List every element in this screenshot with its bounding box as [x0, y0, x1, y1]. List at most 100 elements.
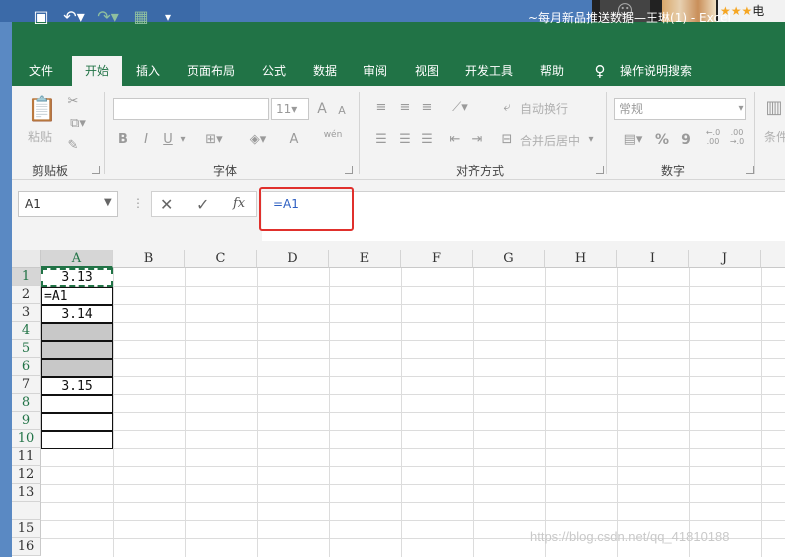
phonetic-guide-icon[interactable]: wén — [322, 130, 344, 150]
percent-style-button[interactable]: % — [654, 130, 670, 150]
merge-center-icon[interactable]: ⊟ — [498, 130, 516, 150]
align-middle-icon[interactable]: ≡ — [396, 98, 414, 118]
worksheet-grid[interactable] — [12, 250, 785, 557]
undo-icon[interactable]: ↶▾ — [60, 6, 88, 28]
wrap-text-button[interactable]: 自动换行 — [520, 100, 568, 117]
number-format-combo[interactable]: 常规 — [614, 98, 746, 120]
format-painter-icon[interactable]: ✎ — [64, 136, 82, 156]
align-top-icon[interactable]: ≡ — [372, 98, 390, 118]
cell-a5[interactable] — [41, 341, 113, 359]
name-box[interactable]: A1 — [18, 191, 118, 217]
wrap-text-icon[interactable]: ⤶ — [498, 98, 516, 118]
tab-help[interactable]: 帮助 — [530, 56, 574, 86]
select-all-corner[interactable] — [12, 250, 41, 268]
row-header-5[interactable]: 5 — [12, 340, 41, 358]
shrink-font-icon[interactable]: A — [334, 101, 350, 121]
row-header-15[interactable]: 15 — [12, 520, 41, 538]
row-header-10[interactable]: 10 — [12, 430, 41, 448]
row-header-11[interactable]: 11 — [12, 448, 41, 466]
save-icon[interactable]: ▣ — [30, 6, 52, 28]
tab-home[interactable]: 开始 — [72, 56, 122, 86]
conditional-formatting-icon[interactable]: ▥ — [764, 94, 784, 122]
row-header-12[interactable]: 12 — [12, 466, 41, 484]
align-right-icon[interactable]: ☰ — [418, 130, 436, 150]
row-header-1[interactable]: 1 — [12, 268, 41, 286]
alignment-launcher-icon[interactable] — [596, 166, 604, 174]
row-header-8[interactable]: 8 — [12, 394, 41, 412]
row-header-9[interactable]: 9 — [12, 412, 41, 430]
grow-font-icon[interactable]: A — [314, 99, 330, 119]
row-header-4[interactable]: 4 — [12, 322, 41, 340]
tab-review[interactable]: 审阅 — [354, 56, 396, 86]
customize-quick-access-icon[interactable]: ▾ — [160, 6, 176, 28]
orientation-icon[interactable]: ⟋▾ — [446, 98, 474, 118]
italic-button[interactable]: I — [138, 130, 154, 150]
align-left-icon[interactable]: ☰ — [372, 130, 390, 150]
column-header-g[interactable]: G — [473, 250, 545, 268]
tab-developer[interactable]: 开发工具 — [456, 56, 522, 86]
tab-insert[interactable]: 插入 — [128, 56, 168, 86]
row-header-16[interactable]: 16 — [12, 538, 41, 556]
column-header-f[interactable]: F — [401, 250, 473, 268]
row-header-14[interactable] — [12, 502, 41, 520]
tell-me-search[interactable]: 操作说明搜索 — [614, 56, 698, 86]
tab-view[interactable]: 视图 — [406, 56, 448, 86]
paste-button-label[interactable]: 粘贴 — [28, 128, 52, 145]
paste-icon[interactable]: 📋 — [26, 94, 58, 124]
column-header-k-partial[interactable] — [761, 250, 785, 268]
column-header-j[interactable]: J — [689, 250, 761, 268]
borders-icon[interactable]: ⊞▾ — [200, 130, 228, 150]
fill-color-icon[interactable]: ◈▾ — [244, 130, 272, 150]
bold-button[interactable]: B — [115, 130, 131, 150]
row-header-7[interactable]: 7 — [12, 376, 41, 394]
copy-icon[interactable]: ⧉▾ — [64, 114, 92, 134]
tab-page-layout[interactable]: 页面布局 — [178, 56, 244, 86]
cell-a3[interactable]: 3.14 — [41, 305, 113, 323]
column-header-a[interactable]: A — [41, 250, 113, 268]
font-size-combo[interactable]: 11▾ — [271, 98, 309, 120]
merge-dropdown-icon[interactable]: ▾ — [586, 130, 596, 150]
accounting-format-icon[interactable]: ▤▾ — [618, 130, 648, 150]
underline-dropdown-icon[interactable]: ▾ — [178, 130, 188, 150]
form-icon[interactable]: ▦ — [130, 6, 152, 28]
cell-a8[interactable] — [41, 395, 113, 413]
align-center-icon[interactable]: ☰ — [396, 130, 414, 150]
column-header-e[interactable]: E — [329, 250, 401, 268]
column-header-i[interactable]: I — [617, 250, 689, 268]
cancel-icon[interactable]: ✕ — [160, 195, 173, 214]
column-header-c[interactable]: C — [185, 250, 257, 268]
increase-indent-icon[interactable]: ⇥ — [468, 130, 486, 150]
increase-decimal-button[interactable]: ←.0 .00 — [704, 128, 722, 148]
redo-icon[interactable]: ↷▾ — [94, 6, 122, 28]
cell-a4[interactable] — [41, 323, 113, 341]
font-color-icon[interactable]: A — [280, 130, 308, 150]
cell-a9[interactable] — [41, 413, 113, 431]
column-header-h[interactable]: H — [545, 250, 617, 268]
number-format-dropdown-icon[interactable]: ▾ — [736, 99, 746, 119]
clipboard-launcher-icon[interactable] — [92, 166, 100, 174]
cell-a7[interactable]: 3.15 — [41, 377, 113, 395]
tab-formulas[interactable]: 公式 — [254, 56, 294, 86]
tab-file[interactable]: 文件 — [20, 56, 62, 86]
cell-a2[interactable]: =A1 — [41, 287, 113, 305]
align-bottom-icon[interactable]: ≡ — [418, 98, 436, 118]
number-launcher-icon[interactable] — [746, 166, 754, 174]
underline-button[interactable]: U — [160, 130, 176, 150]
row-header-6[interactable]: 6 — [12, 358, 41, 376]
row-header-2[interactable]: 2 — [12, 286, 41, 304]
conditional-formatting-label[interactable]: 条件 — [764, 128, 785, 145]
tab-data[interactable]: 数据 — [304, 56, 346, 86]
row-header-3[interactable]: 3 — [12, 304, 41, 322]
insert-function-icon[interactable]: fx — [233, 196, 245, 211]
cell-a6[interactable] — [41, 359, 113, 377]
column-header-d[interactable]: D — [257, 250, 329, 268]
cell-a10[interactable] — [41, 431, 113, 449]
decrease-indent-icon[interactable]: ⇤ — [446, 130, 464, 150]
decrease-decimal-button[interactable]: .00 →.0 — [728, 128, 746, 148]
merge-center-button[interactable]: 合并后居中 — [520, 132, 580, 149]
row-header-13[interactable]: 13 — [12, 484, 41, 502]
font-name-combo[interactable] — [113, 98, 269, 120]
comma-style-button[interactable]: 9 — [678, 130, 694, 150]
cut-icon[interactable]: ✂ — [64, 92, 82, 112]
font-launcher-icon[interactable] — [345, 166, 353, 174]
